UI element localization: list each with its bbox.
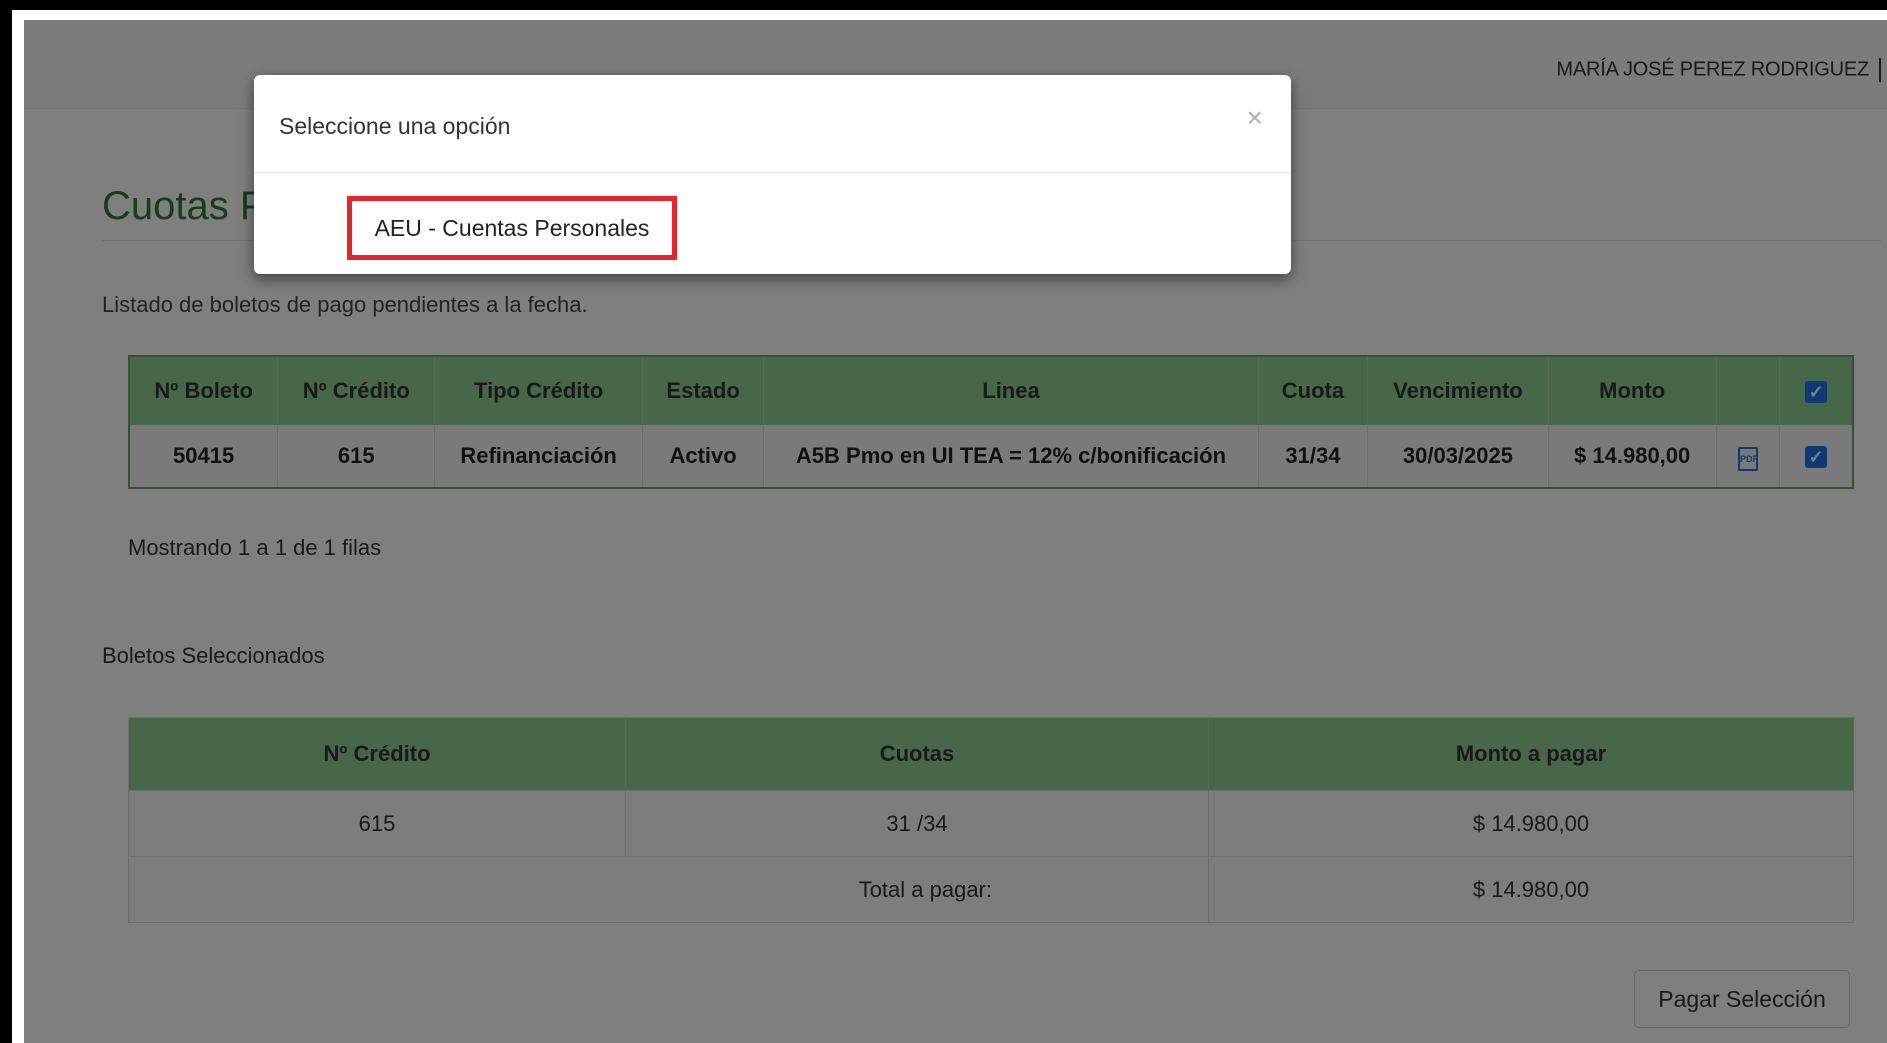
option-select-modal: Seleccione una opción × AEU - Cuentas Pe… [254,75,1291,274]
option-aeu-cuentas-personales[interactable]: AEU - Cuentas Personales [347,196,677,260]
modal-divider [254,172,1291,173]
page: MARÍA JOSÉ PEREZ RODRIGUEZ Cuotas P List… [24,20,1887,1043]
screenshot-frame: MARÍA JOSÉ PEREZ RODRIGUEZ Cuotas P List… [0,0,1887,1043]
close-icon[interactable]: × [1241,101,1269,135]
modal-title: Seleccione una opción [279,113,511,139]
